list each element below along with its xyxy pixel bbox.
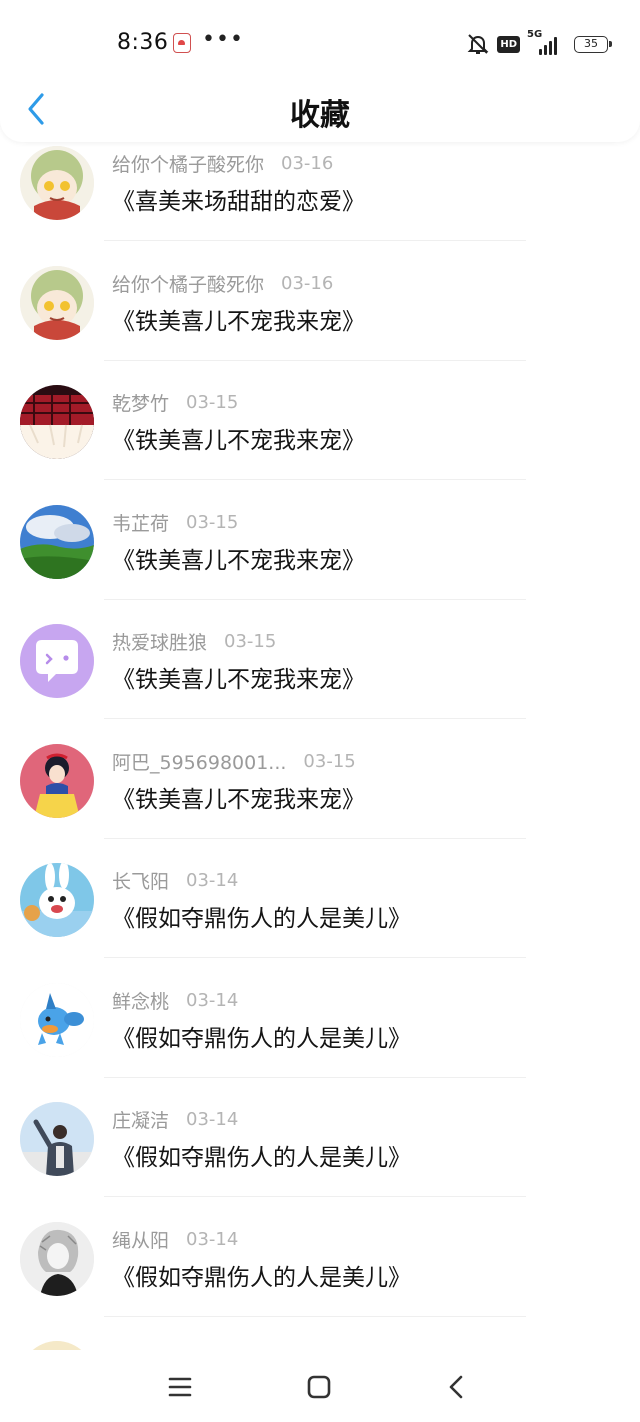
snow-white-avatar[interactable] xyxy=(20,744,94,818)
landscape-sky-avatar[interactable] xyxy=(20,505,94,579)
sketch-portrait-avatar[interactable] xyxy=(20,1222,94,1296)
item-title[interactable]: 《假如夺鼎伤人的人是美儿》 xyxy=(112,1019,411,1053)
item-meta: 乾梦竹 03-15 xyxy=(112,389,238,415)
list-item[interactable]: 韦芷荷 03-15 《铁美喜儿不宠我来宠》 xyxy=(0,503,640,623)
item-meta: 韦芷荷 03-15 xyxy=(112,509,238,535)
divider xyxy=(104,240,526,241)
user-name[interactable]: 阿巴_595698001... xyxy=(112,748,286,775)
anime-girl-avatar[interactable] xyxy=(20,146,94,220)
item-date: 03-15 xyxy=(303,750,356,772)
hd-badge: HD xyxy=(497,35,520,53)
divider xyxy=(104,479,526,480)
item-meta: 鲜念桃 03-14 xyxy=(112,987,238,1013)
favorites-screen: 8:36 ••• HD 5G 35 收藏 给你个橘子酸死你 03-16 《喜美来… xyxy=(0,0,640,1422)
menu-icon xyxy=(168,1377,192,1397)
user-name[interactable]: 鲜念桃 xyxy=(112,987,169,1014)
item-meta: 给你个橘子酸死你 03-16 xyxy=(112,150,333,176)
status-icons: HD 5G 35 xyxy=(466,29,612,58)
title-bar: 收藏 xyxy=(0,86,640,134)
user-name[interactable]: 绳从阳 xyxy=(112,1226,169,1253)
item-title[interactable]: 《假如夺鼎伤人的人是美儿》 xyxy=(112,1138,411,1172)
item-title[interactable]: 《假如夺鼎伤人的人是美儿》 xyxy=(112,899,411,933)
mute-bell-icon xyxy=(466,32,490,56)
rabbid-avatar[interactable] xyxy=(20,863,94,937)
user-name[interactable]: 乾梦竹 xyxy=(112,389,169,416)
favorites-list[interactable]: 给你个橘子酸死你 03-16 《喜美来场甜甜的恋爱》 给你个橘子酸死你 03-1… xyxy=(0,142,640,1350)
list-item-partial[interactable] xyxy=(0,1339,640,1350)
header: 8:36 ••• HD 5G 35 收藏 xyxy=(0,0,640,142)
item-meta: 热爱球胜狼 03-15 xyxy=(112,628,276,654)
divider xyxy=(104,1316,526,1317)
item-date: 03-15 xyxy=(224,630,277,652)
item-title[interactable]: 《铁美喜儿不宠我来宠》 xyxy=(112,541,365,575)
chat-bubble-avatar[interactable] xyxy=(20,624,94,698)
system-back-button[interactable] xyxy=(440,1370,474,1404)
user-name[interactable]: 庄凝洁 xyxy=(112,1106,169,1133)
item-title[interactable]: 《喜美来场甜甜的恋爱》 xyxy=(112,182,365,216)
list-item[interactable]: 长飞阳 03-14 《假如夺鼎伤人的人是美儿》 xyxy=(0,861,640,981)
status-bar: 8:36 ••• HD 5G 35 xyxy=(0,0,640,86)
item-meta: 庄凝洁 03-14 xyxy=(112,1106,238,1132)
item-title[interactable]: 《假如夺鼎伤人的人是美儿》 xyxy=(112,1258,411,1292)
divider xyxy=(104,838,526,839)
item-meta: 阿巴_595698001... 03-15 xyxy=(112,748,356,774)
more-notifications-icon: ••• xyxy=(202,27,244,52)
mudkip-avatar[interactable] xyxy=(20,983,94,1057)
divider xyxy=(104,957,526,958)
app-notification-icon xyxy=(173,33,191,53)
item-date: 03-14 xyxy=(186,989,239,1011)
item-date: 03-14 xyxy=(186,1108,239,1130)
person-photo-avatar[interactable] xyxy=(20,1102,94,1176)
item-title[interactable]: 《铁美喜儿不宠我来宠》 xyxy=(112,421,365,455)
user-name[interactable]: 给你个橘子酸死你 xyxy=(112,270,264,297)
item-meta: 长飞阳 03-14 xyxy=(112,867,238,893)
divider xyxy=(104,360,526,361)
signal-bars xyxy=(539,37,557,55)
home-button[interactable] xyxy=(302,1370,336,1404)
user-name[interactable]: 热爱球胜狼 xyxy=(112,628,207,655)
list-item[interactable]: 给你个橘子酸死你 03-16 《喜美来场甜甜的恋爱》 xyxy=(0,144,640,264)
user-name[interactable]: 给你个橘子酸死你 xyxy=(112,150,264,177)
square-home-icon xyxy=(307,1375,331,1399)
user-name[interactable]: 长飞阳 xyxy=(112,867,169,894)
anime-girl-avatar[interactable] xyxy=(20,266,94,340)
list-item[interactable]: 绳从阳 03-14 《假如夺鼎伤人的人是美儿》 xyxy=(0,1220,640,1340)
battery-level: 35 xyxy=(584,36,598,50)
divider xyxy=(104,599,526,600)
list-item[interactable]: 乾梦竹 03-15 《铁美喜儿不宠我来宠》 xyxy=(0,383,640,503)
item-date: 03-16 xyxy=(281,272,334,294)
list-item[interactable]: 阿巴_595698001... 03-15 《铁美喜儿不宠我来宠》 xyxy=(0,742,640,862)
item-date: 03-15 xyxy=(186,511,239,533)
item-title[interactable]: 《铁美喜儿不宠我来宠》 xyxy=(112,780,365,814)
system-navigation-bar xyxy=(0,1350,640,1422)
divider xyxy=(104,718,526,719)
divider xyxy=(104,1196,526,1197)
item-meta: 绳从阳 03-14 xyxy=(112,1226,238,1252)
item-meta: 给你个橘子酸死你 03-16 xyxy=(112,270,333,296)
item-date: 03-15 xyxy=(186,391,239,413)
item-title[interactable]: 《铁美喜儿不宠我来宠》 xyxy=(112,302,365,336)
item-date: 03-14 xyxy=(186,869,239,891)
user-name[interactable]: 韦芷荷 xyxy=(112,509,169,536)
page-title: 收藏 xyxy=(290,98,350,133)
divider xyxy=(104,1077,526,1078)
item-title[interactable]: 《铁美喜儿不宠我来宠》 xyxy=(112,660,365,694)
battery-icon: 35 xyxy=(574,35,612,53)
list-item[interactable]: 鲜念桃 03-14 《假如夺鼎伤人的人是美儿》 xyxy=(0,981,640,1101)
chevron-left-icon xyxy=(449,1375,463,1399)
list-item[interactable]: 给你个橘子酸死你 03-16 《铁美喜儿不宠我来宠》 xyxy=(0,264,640,384)
status-time: 8:36 xyxy=(117,30,169,55)
plaid-skirt-avatar[interactable] xyxy=(20,385,94,459)
list-item[interactable]: 热爱球胜狼 03-15 《铁美喜儿不宠我来宠》 xyxy=(0,622,640,742)
item-date: 03-14 xyxy=(186,1228,239,1250)
menu-button[interactable] xyxy=(163,1370,197,1404)
signal-icon: 5G xyxy=(527,29,567,57)
list-item[interactable]: 庄凝洁 03-14 《假如夺鼎伤人的人是美儿》 xyxy=(0,1100,640,1220)
partial-avatar[interactable] xyxy=(20,1341,94,1350)
item-date: 03-16 xyxy=(281,152,334,174)
